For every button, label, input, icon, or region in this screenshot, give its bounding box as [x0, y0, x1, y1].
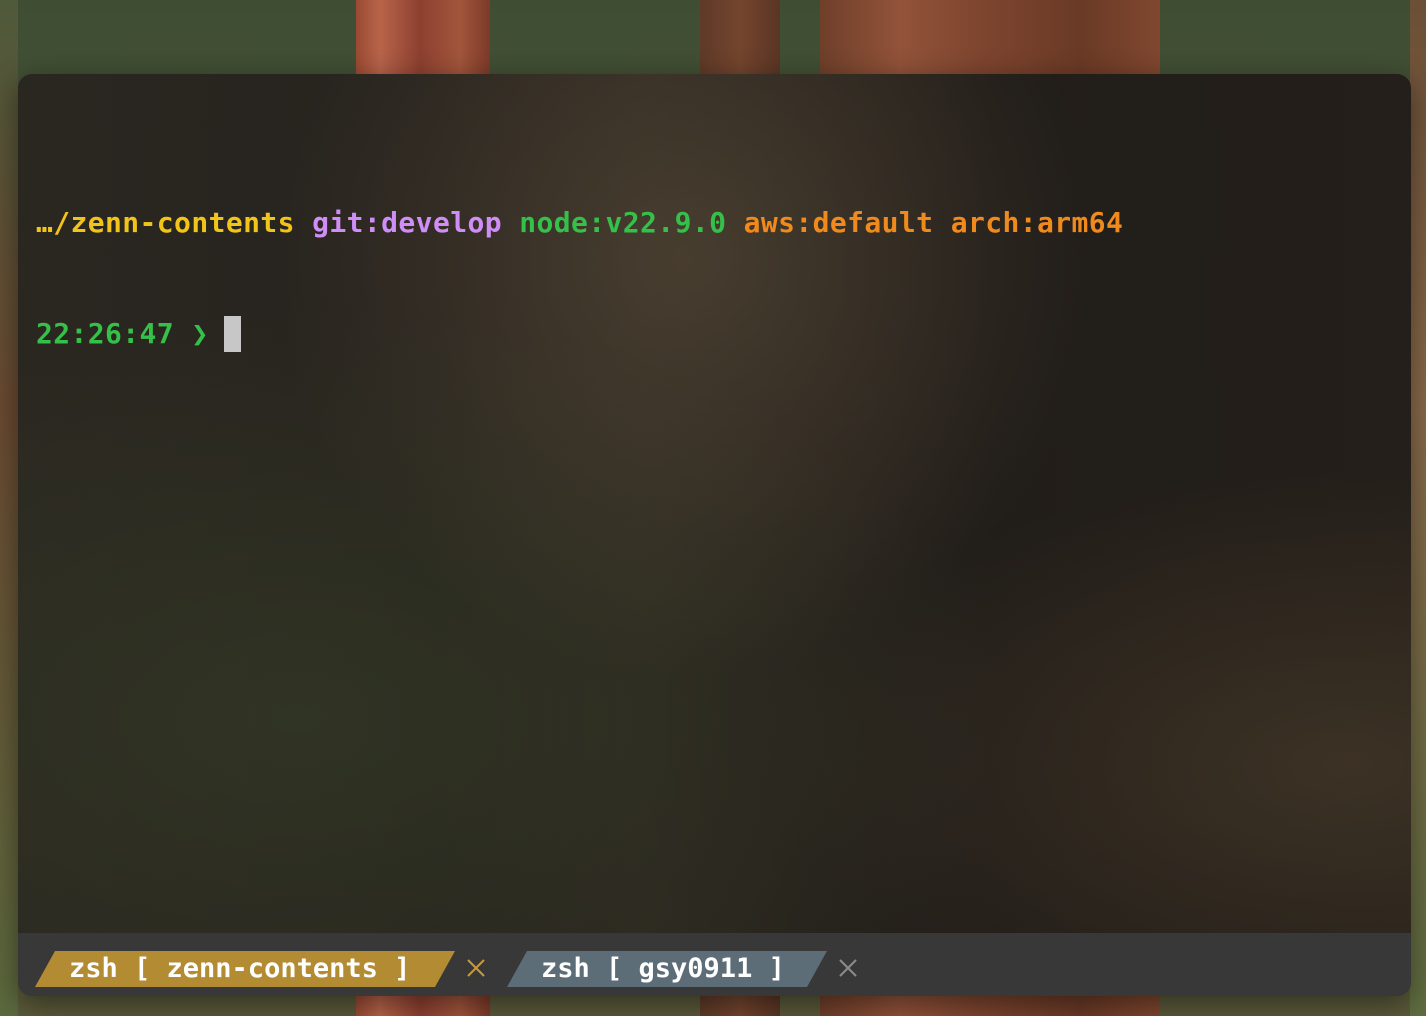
prompt-node-version: node:v22.9.0	[519, 206, 727, 239]
desktop-wallpaper-left-edge	[0, 0, 18, 1016]
prompt-aws-profile: aws:default	[743, 206, 934, 239]
prompt-arch: arch:arm64	[950, 206, 1124, 239]
prompt-symbol: ❯	[191, 317, 209, 350]
text-cursor	[223, 315, 241, 352]
tab-bar: zsh [ zenn-contents ] zsh [ gsy0911 ]	[18, 933, 1411, 996]
tab-gsy0911[interactable]: zsh [ gsy0911 ]	[507, 951, 827, 987]
prompt-time: 22:26:47	[36, 317, 175, 350]
prompt-input-line[interactable]: 22:26:47 ❯	[36, 315, 1123, 352]
terminal-window[interactable]: …/zenn-contents git:develop node:v22.9.0…	[18, 74, 1411, 996]
prompt-path: …/zenn-contents	[36, 206, 295, 239]
close-icon[interactable]	[838, 958, 858, 978]
desktop-wallpaper-right-edge	[1410, 0, 1426, 1016]
prompt-git-branch: git:develop	[312, 206, 502, 239]
prompt-info-line: …/zenn-contents git:develop node:v22.9.0…	[36, 204, 1123, 241]
terminal-output[interactable]: …/zenn-contents git:develop node:v22.9.0…	[36, 130, 1123, 426]
tab-zenn-contents[interactable]: zsh [ zenn-contents ]	[35, 951, 455, 987]
close-icon[interactable]	[466, 958, 486, 978]
